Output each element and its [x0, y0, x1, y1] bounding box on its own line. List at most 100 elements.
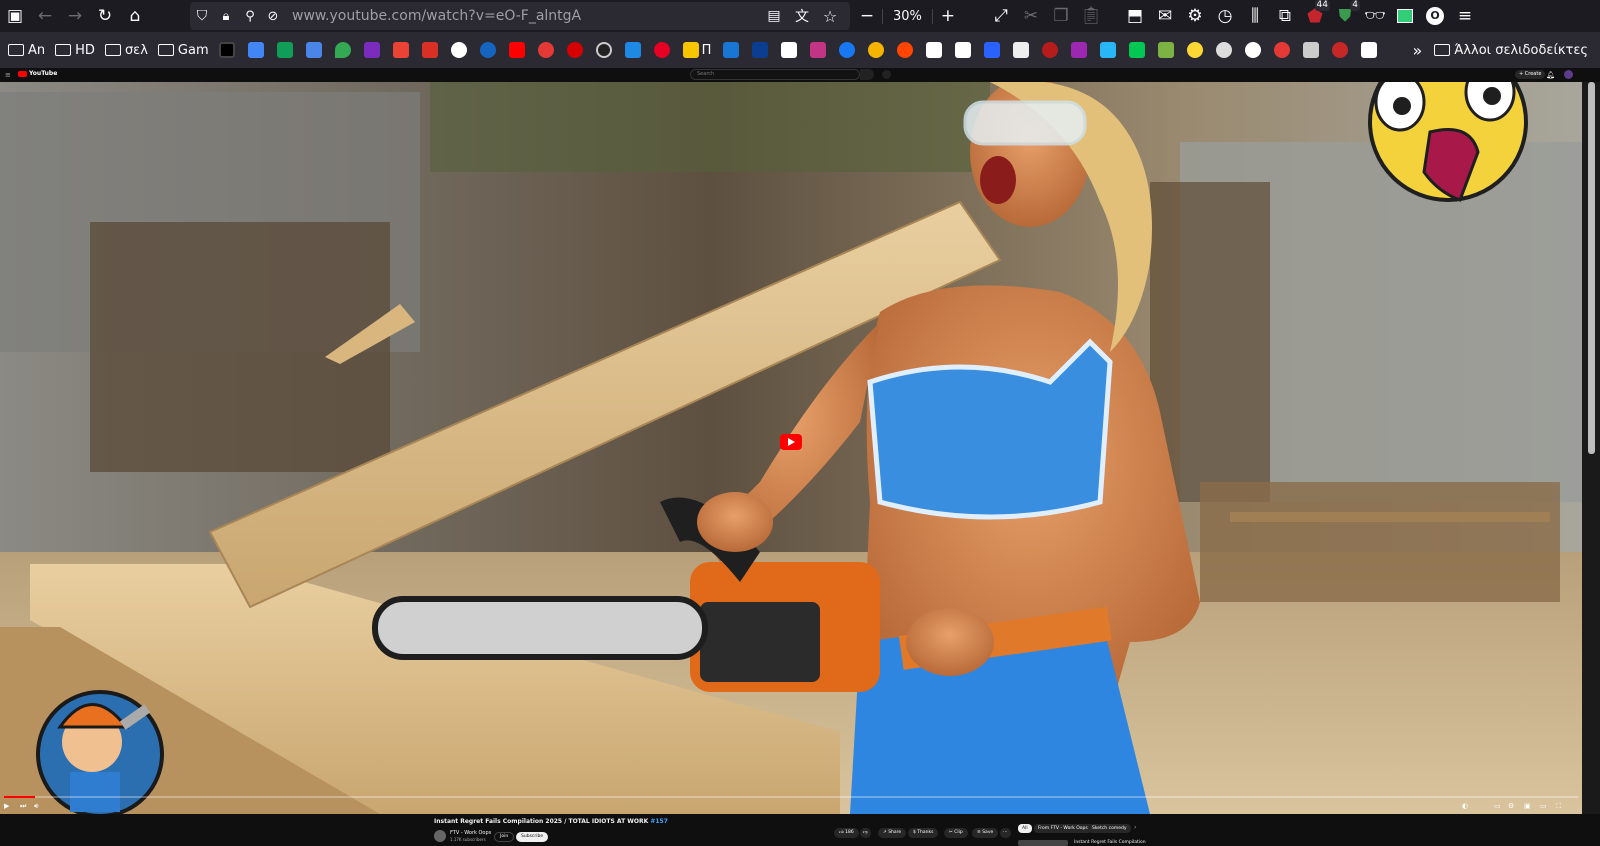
other-bookmarks[interactable]: » Άλλοι σελιδοδείκτες	[1413, 32, 1588, 68]
share-button[interactable]: ↗ Share	[878, 828, 907, 838]
back-arrow-icon[interactable]: ←	[30, 2, 60, 30]
bookmark-folder[interactable]: An	[8, 43, 45, 58]
permissions-icon[interactable]: ⚲	[238, 2, 262, 30]
yt-search-button[interactable]	[860, 69, 874, 80]
youtube-logo[interactable]: YouTube	[18, 70, 57, 77]
library-icon[interactable]: ⫼	[1240, 2, 1270, 30]
fullscreen-video-icon[interactable]: ⛶	[1556, 802, 1561, 811]
red-c-favicon[interactable]	[566, 42, 583, 58]
wikipedia-favicon[interactable]	[1361, 42, 1378, 58]
ibb-favicon[interactable]	[1100, 42, 1117, 58]
privacy-shield-icon[interactable]: ⛊ 4	[1330, 0, 1360, 30]
home-icon[interactable]: ⌂	[120, 2, 150, 30]
shield-icon[interactable]: ⛉	[190, 2, 214, 30]
scrollbar-thumb[interactable]	[1588, 82, 1595, 454]
extensions-puzzle-icon[interactable]: ⧉	[1270, 2, 1300, 30]
reader-view-icon[interactable]: ▤	[760, 2, 788, 30]
paste-icon[interactable]: 📋︎	[1076, 2, 1106, 30]
purple-envelope-favicon[interactable]	[363, 42, 380, 58]
settings-icon[interactable]: ⚙	[1508, 802, 1514, 810]
chevron-right-icon[interactable]: »	[1413, 41, 1423, 60]
reload-icon[interactable]: ↻	[90, 2, 120, 30]
u-favicon[interactable]	[1042, 42, 1059, 58]
next-icon[interactable]: ⏭	[20, 802, 26, 811]
chip-from-channel[interactable]: From FTV - Work Oops	[1034, 824, 1092, 833]
recommended-thumbnail[interactable]	[1018, 840, 1068, 846]
avatar[interactable]	[1564, 70, 1573, 79]
dark-circle-favicon[interactable]	[595, 42, 612, 58]
gmail-favicon-2[interactable]	[421, 42, 438, 58]
ublock-icon[interactable]: ⬟ 44	[1300, 0, 1330, 30]
black-square-favicon[interactable]	[218, 42, 235, 58]
translate-icon[interactable]: 文	[788, 2, 816, 30]
play-icon[interactable]: ▶	[4, 802, 9, 810]
glasses-extension-icon[interactable]: 👓︎	[1360, 2, 1390, 30]
youtube-favicon[interactable]	[508, 42, 525, 58]
figure-favicon[interactable]	[926, 42, 943, 58]
like-button[interactable]: 👍︎ 186	[834, 828, 859, 838]
cut-icon[interactable]: ✂	[1016, 2, 1046, 30]
subscribe-button[interactable]: Subscribe	[516, 832, 549, 842]
m-favicon[interactable]	[955, 42, 972, 58]
openai-favicon[interactable]	[1245, 42, 1262, 58]
feather-favicon[interactable]	[1071, 42, 1088, 58]
pinterest-favicon[interactable]	[653, 42, 670, 58]
landscape-favicon[interactable]	[1303, 42, 1320, 58]
video-player[interactable]	[0, 82, 1582, 814]
recommended-title[interactable]: Instant Regret Fails Compilation	[1074, 840, 1146, 845]
bookmark-folder[interactable]: σελ	[104, 43, 148, 58]
sidebar-toggle-icon[interactable]: ▣	[0, 2, 30, 30]
mail-icon[interactable]: ✉	[1150, 2, 1180, 30]
d-favicon[interactable]	[752, 42, 769, 58]
google-maps-favicon[interactable]	[334, 42, 351, 58]
chevron-right-icon[interactable]: ›	[1134, 824, 1136, 831]
play-button-icon[interactable]	[780, 434, 802, 450]
google-sheets-favicon[interactable]	[276, 42, 293, 58]
history-clock-icon[interactable]: ◷	[1210, 2, 1240, 30]
dislike-button[interactable]: 👎︎	[860, 828, 871, 838]
yt-search-input[interactable]: Search	[690, 69, 860, 80]
gb-favicon[interactable]	[723, 42, 740, 58]
sunglasses-favicon[interactable]	[1187, 42, 1204, 58]
facebook-favicon[interactable]	[839, 42, 856, 58]
green-favicon[interactable]	[1129, 42, 1146, 58]
gmail-favicon[interactable]	[392, 42, 409, 58]
subtitles-icon[interactable]: ▭	[1494, 802, 1501, 810]
zoom-out-icon[interactable]: −	[852, 2, 882, 30]
google-docs-favicon[interactable]	[247, 42, 264, 58]
chip-all[interactable]: All	[1018, 824, 1032, 833]
url-text[interactable]: www.youtube.com/watch?v=eO-F_alntgA	[292, 8, 581, 24]
mic-icon[interactable]	[882, 70, 891, 79]
pig-favicon[interactable]	[1216, 42, 1233, 58]
bell-icon[interactable]: 🔔︎	[1546, 71, 1555, 79]
copy-icon[interactable]: ❐	[1046, 2, 1076, 30]
clip-button[interactable]: ✂ Clip	[944, 828, 968, 838]
miniplayer-icon[interactable]: ▣	[1524, 802, 1531, 810]
google-translate-favicon[interactable]	[305, 42, 322, 58]
save-button[interactable]: ≡ Save	[972, 828, 999, 838]
smile-favicon[interactable]	[868, 42, 885, 58]
document-favicon[interactable]	[1013, 42, 1030, 58]
volume-icon[interactable]: 🔊︎	[34, 802, 38, 811]
opera-favicon[interactable]	[1274, 42, 1291, 58]
page-scrollbar[interactable]	[1582, 82, 1600, 814]
create-button[interactable]: + Create	[1515, 70, 1546, 79]
tracking-blocked-icon[interactable]: ⊘	[262, 2, 284, 30]
account-icon[interactable]: O	[1420, 2, 1450, 30]
save-page-icon[interactable]: ⬒	[1120, 2, 1150, 30]
channel-name[interactable]: FTV - Work Oops	[450, 830, 491, 836]
thanks-button[interactable]: $ Thanks	[908, 828, 939, 838]
bookmark-star-icon[interactable]: ☆	[816, 2, 844, 30]
bookmark-folder[interactable]: HD	[55, 43, 95, 58]
reddit-favicon[interactable]	[897, 42, 914, 58]
join-button[interactable]: Join	[494, 832, 515, 842]
instagram-favicon[interactable]	[810, 42, 827, 58]
image-extension-icon[interactable]	[1390, 2, 1420, 30]
leaf-favicon[interactable]	[1158, 42, 1175, 58]
zoom-level[interactable]: 30%	[882, 8, 933, 24]
channel-avatar[interactable]	[434, 830, 446, 842]
swirl-favicon[interactable]	[1332, 42, 1349, 58]
bookmark-folder[interactable]: Gam	[157, 43, 209, 58]
hashtag-link[interactable]: #157	[650, 818, 668, 825]
zoom-in-icon[interactable]: +	[933, 2, 963, 30]
